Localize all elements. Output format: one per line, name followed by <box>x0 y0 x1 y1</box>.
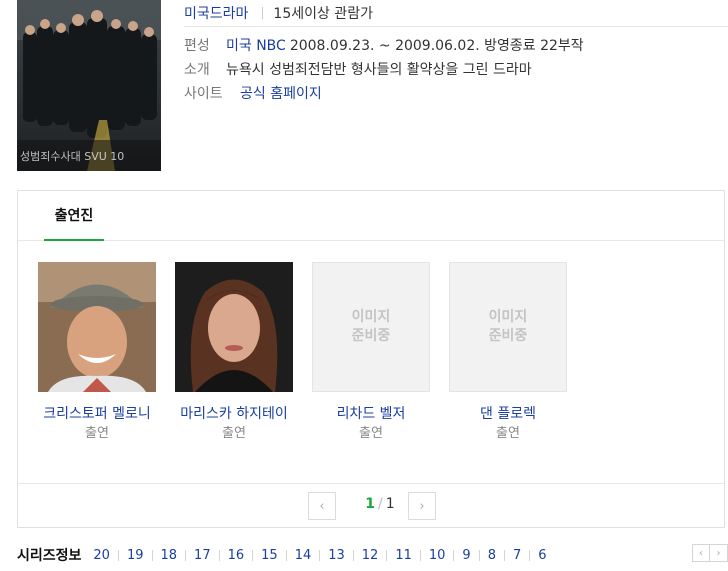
next-page-button[interactable]: › <box>408 492 436 520</box>
divider <box>218 549 220 561</box>
synopsis-text: 뉴욕시 성범죄전담반 형사들의 활약상을 그린 드라마 <box>226 62 532 78</box>
cast-name[interactable]: 크리스토퍼 멜로니 <box>38 404 156 424</box>
series-prev-button[interactable]: ‹ <box>692 544 710 562</box>
schedule-text: 2008.09.23. ~ 2009.06.02. 방영종료 22부작 <box>289 38 584 54</box>
divider <box>285 549 287 561</box>
official-site-link[interactable]: 공식 홈페이지 <box>240 83 322 103</box>
info-header: 미국드라마 15세이상 관람가 <box>184 0 728 27</box>
info-row-synopsis: 소개 뉴욕시 성범죄전담반 형사들의 활약상을 그린 드라마 <box>184 57 728 81</box>
page-indicator: 1/1 <box>350 496 410 512</box>
cast-photo[interactable] <box>38 262 156 392</box>
cast-member[interactable]: 이미지 준비중 리차드 벨저 출연 <box>312 262 430 444</box>
drama-poster[interactable]: 성범죄수사대 SVU 10 <box>17 0 161 171</box>
season-link[interactable]: 17 <box>194 548 211 563</box>
season-link[interactable]: 11 <box>395 548 412 563</box>
series-next-button[interactable]: › <box>710 544 728 562</box>
image-placeholder[interactable]: 이미지 준비중 <box>312 262 430 392</box>
cast-role: 출연 <box>359 426 383 441</box>
info-row-schedule: 편성 미국 NBC 2008.09.23. ~ 2009.06.02. 방영종료… <box>184 33 728 57</box>
page-slash: / <box>378 496 383 512</box>
series-title: 시리즈정보 <box>17 548 82 564</box>
divider <box>252 549 254 561</box>
drama-info: 미국드라마 15세이상 관람가 편성 미국 NBC 2008.09.23. ~ … <box>184 0 728 105</box>
cast-member[interactable]: 크리스토퍼 멜로니 출연 <box>38 262 156 444</box>
divider <box>503 549 505 561</box>
cast-name[interactable]: 댄 플로렉 <box>449 404 567 424</box>
poster-caption: 성범죄수사대 SVU 10 <box>20 150 125 163</box>
cast-role: 출연 <box>85 426 109 441</box>
season-link[interactable]: 15 <box>261 548 278 563</box>
cast-panel: 출연진 크리스토퍼 멜로니 출연 마리스카 하지테이 출연 이미지 준비중 리차… <box>17 190 725 528</box>
divider <box>185 549 187 561</box>
prev-page-button[interactable]: ‹ <box>308 492 336 520</box>
placeholder-text: 이미지 <box>351 309 391 325</box>
chevron-left-icon: ‹ <box>699 547 703 559</box>
cast-tabbar: 출연진 <box>18 191 724 241</box>
info-label: 편성 <box>184 38 210 54</box>
divider <box>478 549 480 561</box>
season-link[interactable]: 9 <box>462 548 470 563</box>
chevron-left-icon: ‹ <box>319 498 325 514</box>
divider <box>262 7 264 19</box>
info-label: 소개 <box>184 62 210 78</box>
season-link[interactable]: 18 <box>161 548 178 563</box>
series-info: 시리즈정보 20 19 18 17 16 15 14 13 12 11 10 9… <box>17 544 728 566</box>
series-nav: ‹ › <box>692 544 728 562</box>
cast-name[interactable]: 리차드 벨저 <box>312 404 430 424</box>
cast-photo[interactable] <box>175 262 293 392</box>
season-link[interactable]: 19 <box>127 548 144 563</box>
divider <box>529 549 531 561</box>
season-link[interactable]: 10 <box>429 548 446 563</box>
divider <box>386 549 388 561</box>
total-pages: 1 <box>385 496 395 512</box>
age-rating: 15세이상 관람가 <box>273 6 373 22</box>
cast-name[interactable]: 마리스카 하지테이 <box>175 404 293 424</box>
info-row-site: 사이트 공식 홈페이지 <box>184 81 728 105</box>
divider <box>319 549 321 561</box>
season-link[interactable]: 16 <box>228 548 245 563</box>
divider <box>419 549 421 561</box>
season-link[interactable]: 6 <box>538 548 546 563</box>
cast-role: 출연 <box>222 426 246 441</box>
chevron-right-icon: › <box>716 547 721 559</box>
placeholder-text: 이미지 <box>488 309 528 325</box>
image-placeholder[interactable]: 이미지 준비중 <box>449 262 567 392</box>
cast-member[interactable]: 마리스카 하지테이 출연 <box>175 262 293 444</box>
cast-member[interactable]: 이미지 준비중 댄 플로렉 출연 <box>449 262 567 444</box>
cast-pagination: ‹ 1/1 › <box>18 483 724 528</box>
season-link[interactable]: 20 <box>93 548 110 563</box>
chevron-right-icon: › <box>419 498 425 514</box>
placeholder-text: 준비중 <box>488 328 528 344</box>
divider <box>151 549 153 561</box>
season-link[interactable]: 14 <box>295 548 312 563</box>
season-link[interactable]: 7 <box>513 548 521 563</box>
genre-link[interactable]: 미국드라마 <box>184 3 248 23</box>
channel-link[interactable]: 미국 NBC <box>226 35 286 55</box>
season-link[interactable]: 13 <box>328 548 345 563</box>
season-link[interactable]: 8 <box>488 548 496 563</box>
season-link[interactable]: 12 <box>362 548 379 563</box>
current-page: 1 <box>365 496 376 512</box>
divider <box>117 549 119 561</box>
placeholder-text: 준비중 <box>351 328 391 344</box>
divider <box>453 549 455 561</box>
cast-role: 출연 <box>496 426 520 441</box>
info-label: 사이트 <box>184 86 223 102</box>
divider <box>352 549 354 561</box>
tab-cast[interactable]: 출연진 <box>44 191 104 241</box>
